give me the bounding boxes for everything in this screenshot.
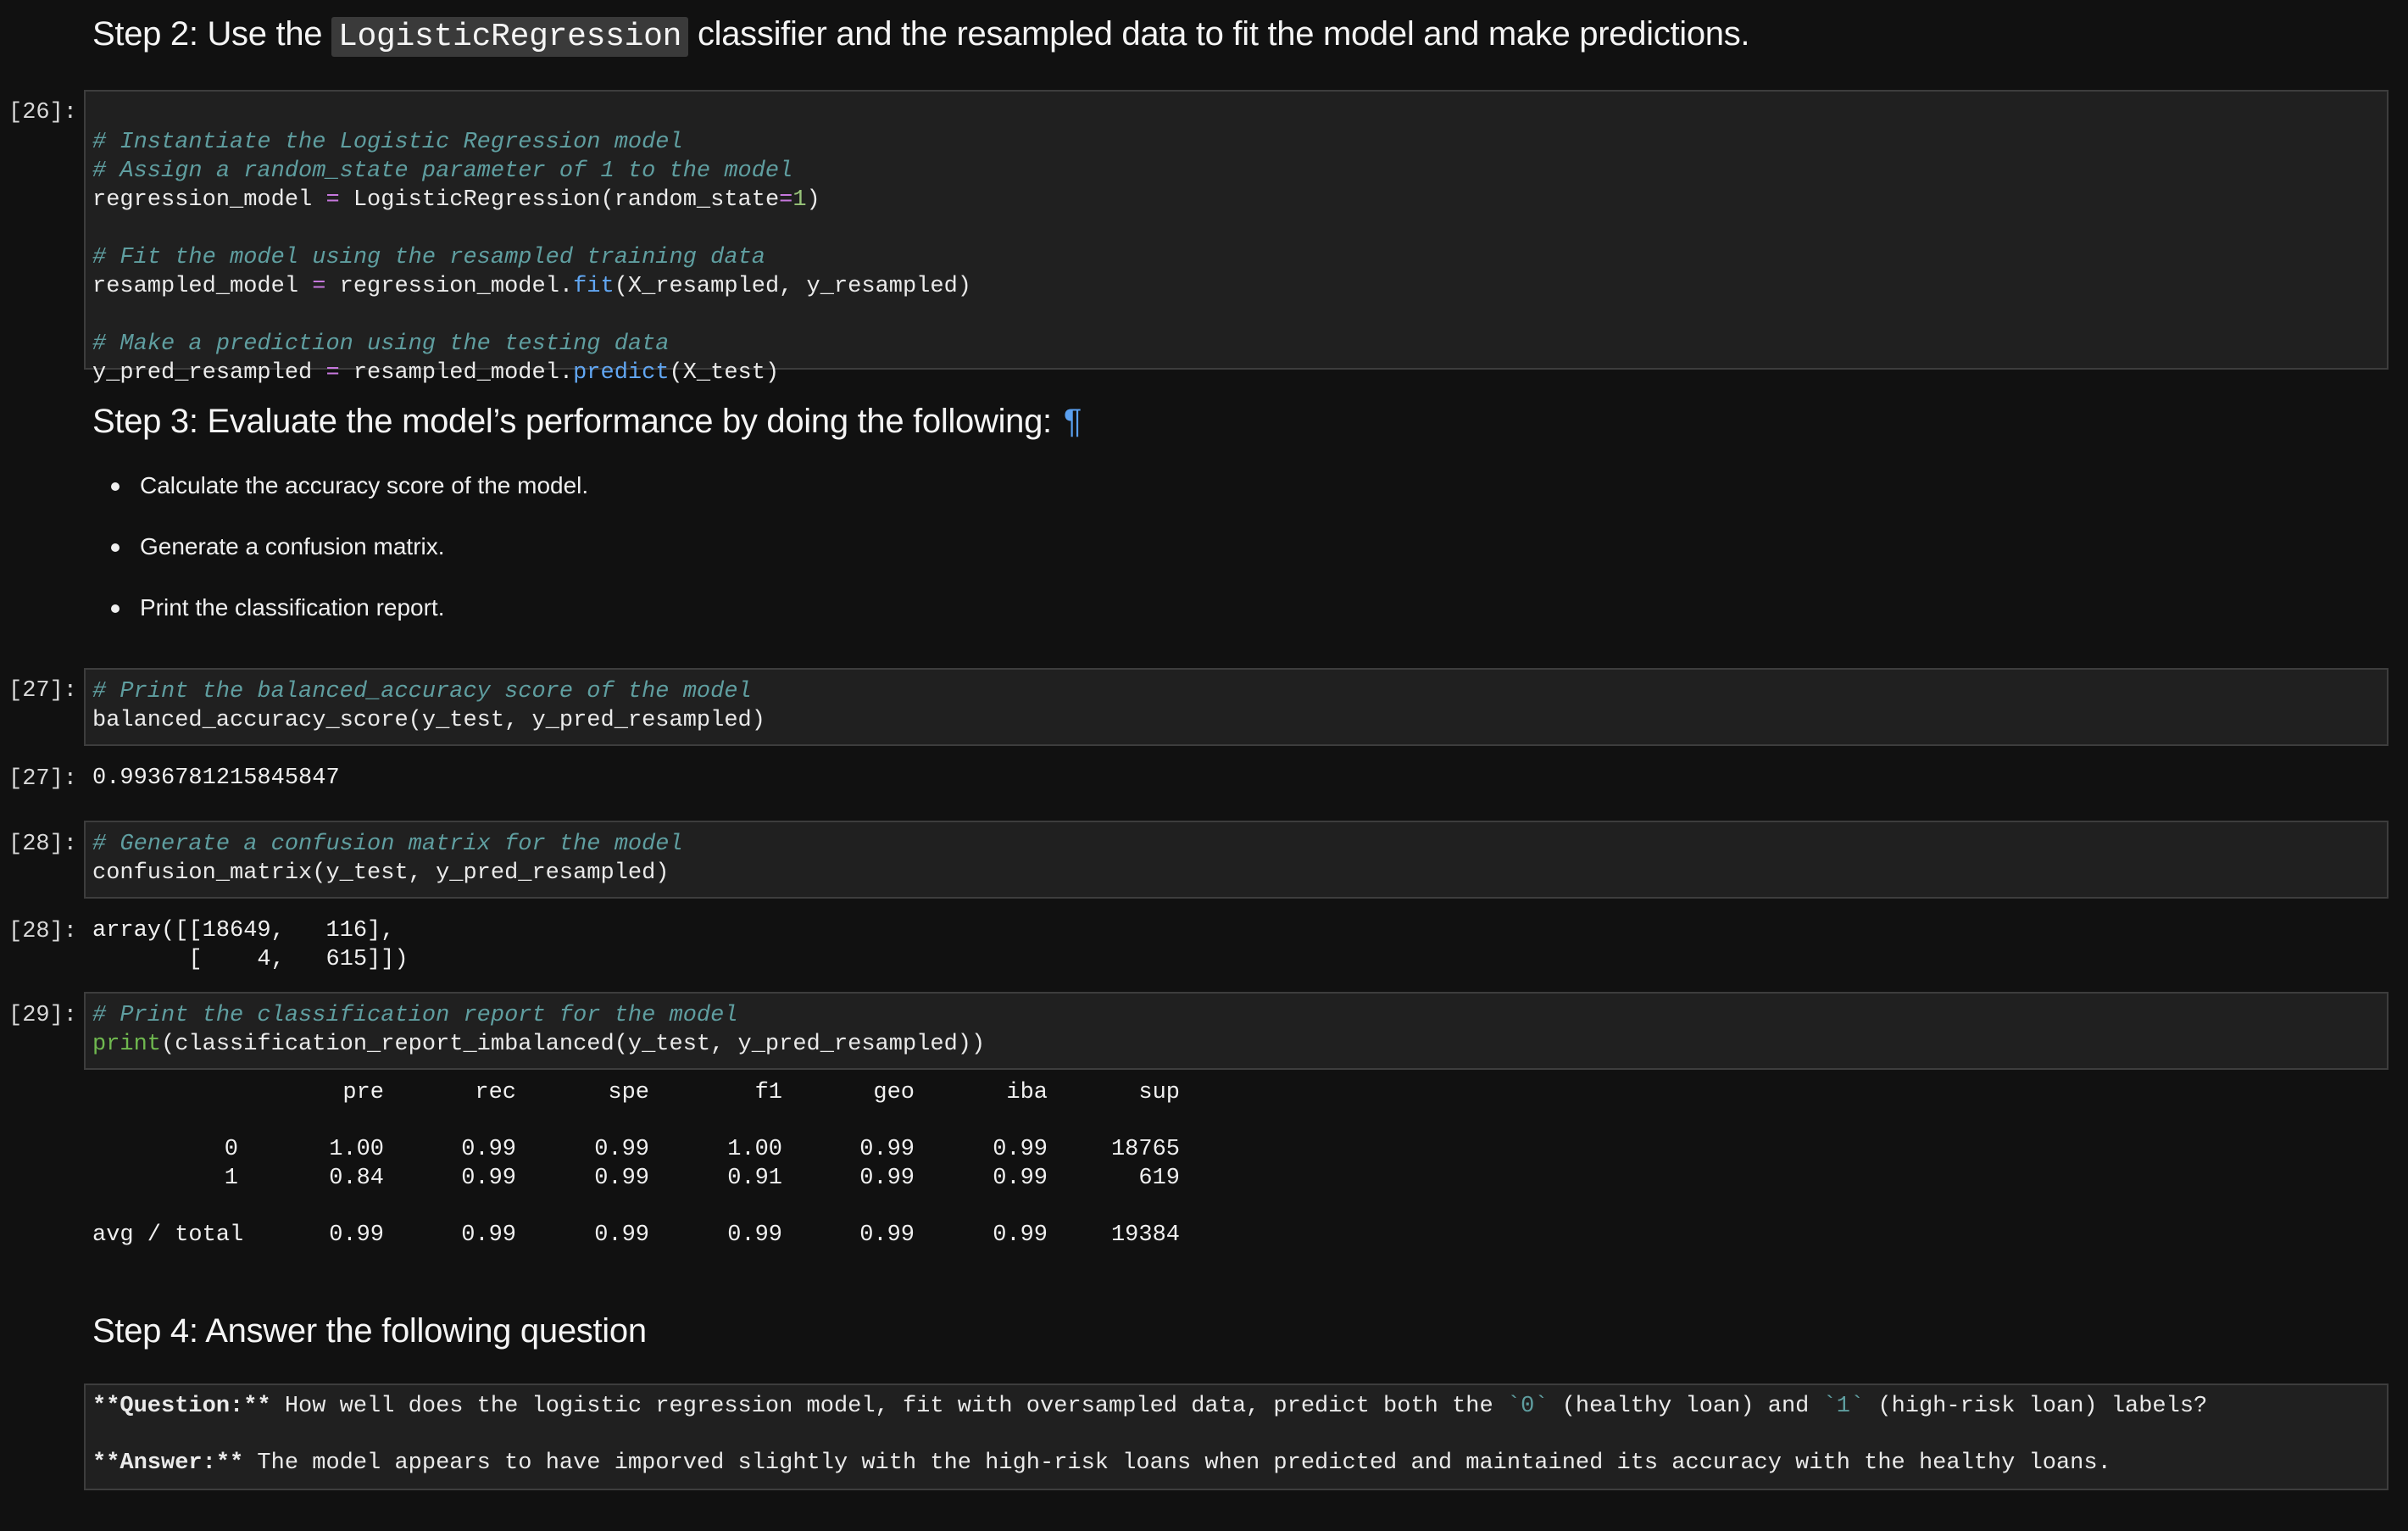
code-comment: # Make a prediction using the testing da… [92,331,670,357]
code-token: y_pred_resampled [92,360,326,386]
cell28-code[interactable]: # Generate a confusion matrix for the mo… [92,830,683,888]
question-label: **Question:** [92,1394,271,1419]
report-header: rec [475,1080,516,1105]
report-header: sup [1138,1080,1180,1105]
step2-inline-code: LogisticRegression [331,17,689,57]
report-cell: 18765 [1110,1137,1180,1162]
confusion-matrix-row: array([[18649, 116], [92,918,395,944]
report-cell: 1.00 [727,1137,782,1162]
code-token: (classification_report_imbalanced(y_test… [161,1032,986,1057]
report-cell: 0.99 [993,1137,1048,1162]
code-token: LogisticRegression(random_state [339,187,780,213]
answer-text: The model appears to have imporved sligh… [243,1450,2111,1476]
report-cell: 0.99 [859,1166,915,1191]
step3-title: Step 3: Evaluate the model’s performance… [92,403,1052,440]
bullet-dot [111,604,120,613]
cell28-output: array([[18649, 116], [ 4, 615]]) [92,916,409,974]
step4-heading: Step 4: Answer the following question [92,1312,647,1350]
code-comment: # Fit the model using the resampled trai… [92,245,765,270]
cell29-prompt: [29]: [8,1003,78,1028]
step2-heading: Step 2: Use the LogisticRegression class… [92,15,1750,57]
code-token: ) [806,187,820,213]
code-literal: `0` [1506,1394,1549,1419]
report-cell: 19384 [1110,1222,1180,1248]
report-cell: 0.91 [727,1166,782,1191]
cell27-prompt: [27]: [8,678,78,704]
code-number: 1 [792,187,807,213]
report-cell: 0.99 [461,1222,516,1248]
report-cell: 0.99 [859,1222,915,1248]
report-cell: 0.99 [859,1137,915,1162]
code-comment: # Print the balanced_accuracy score of t… [92,679,752,704]
code-operator: = [779,187,793,213]
cell28-prompt: [28]: [8,832,78,857]
report-cell: 0.99 [461,1166,516,1191]
report-cell: 0.99 [727,1222,782,1248]
report-cell: 0.99 [329,1222,384,1248]
report-cell: 0.99 [461,1137,516,1162]
report-cell: 0.84 [329,1166,384,1191]
anchor-link-icon[interactable]: ¶ [1064,403,1082,440]
code-token: balanced_accuracy_score(y_test, y_pred_r… [92,708,765,733]
code-literal: `1` [1822,1394,1865,1419]
report-header: geo [873,1080,915,1105]
question-text: (high-risk loan) labels? [1864,1394,2208,1419]
code-token: confusion_matrix(y_test, y_pred_resample… [92,860,670,886]
code-operator: = [312,274,326,299]
code-token: (X_test) [669,360,780,386]
question-text: How well does the logistic regression mo… [270,1394,1507,1419]
cell27-output-prompt: [27]: [8,766,78,792]
bullet-dot [111,543,120,552]
report-cell: 0.99 [594,1166,649,1191]
question-line: **Question:** How well does the logistic… [92,1394,2207,1419]
cell29-code[interactable]: # Print the classification report for th… [92,1001,985,1059]
code-builtin: print [92,1032,162,1057]
cell28-output-prompt: [28]: [8,919,78,944]
step3-heading: Step 3: Evaluate the model’s performance… [92,403,1082,441]
report-header: iba [1006,1080,1048,1105]
code-comment: # Print the classification report for th… [92,1003,738,1028]
cell27-code[interactable]: # Print the balanced_accuracy score of t… [92,677,765,735]
confusion-matrix-row: [ 4, 615]]) [92,947,409,972]
code-token: regression_model [92,187,326,213]
code-comment: # Instantiate the Logistic Regression mo… [92,130,683,155]
bullet-dot [111,482,120,491]
report-cell: 0.99 [594,1137,649,1162]
cell26-prompt: [26]: [8,100,78,125]
report-cell: 0.99 [993,1222,1048,1248]
report-row-label: 0 [224,1137,238,1162]
code-operator: = [325,187,340,213]
code-method: predict [573,360,670,386]
report-header: spe [608,1080,649,1105]
cell27-output: 0.9936781215845847 [92,766,340,791]
question-text: (healthy loan) and [1548,1394,1823,1419]
code-token: resampled_model. [339,360,574,386]
bullet-item: Generate a confusion matrix. [140,533,445,560]
report-cell: 1.00 [329,1137,384,1162]
code-method: fit [573,274,615,299]
code-operator: = [325,360,340,386]
answer-label: **Answer:** [92,1450,244,1476]
report-header: pre [342,1080,384,1105]
report-cell: 0.99 [993,1166,1048,1191]
code-comment: # Assign a random_state parameter of 1 t… [92,159,793,184]
step2-suffix: classifier and the resampled data to fit… [688,15,1750,53]
report-total-label: avg / total [92,1222,244,1248]
cell26-code[interactable]: # Instantiate the Logistic Regression mo… [92,99,971,387]
code-token: resampled_model [92,274,313,299]
code-comment: # Generate a confusion matrix for the mo… [92,832,683,857]
report-header: f1 [754,1080,782,1105]
report-cell: 0.99 [594,1222,649,1248]
bullet-item: Calculate the accuracy score of the mode… [140,472,589,498]
code-token: (X_resampled, y_resampled) [614,274,971,299]
answer-line: **Answer:** The model appears to have im… [92,1450,2111,1476]
report-cell: 619 [1138,1166,1180,1191]
report-row-label: 1 [224,1166,238,1191]
step2-prefix: Step 2: Use the [92,15,332,53]
code-token: regression_model. [325,274,574,299]
bullet-item: Print the classification report. [140,594,445,621]
